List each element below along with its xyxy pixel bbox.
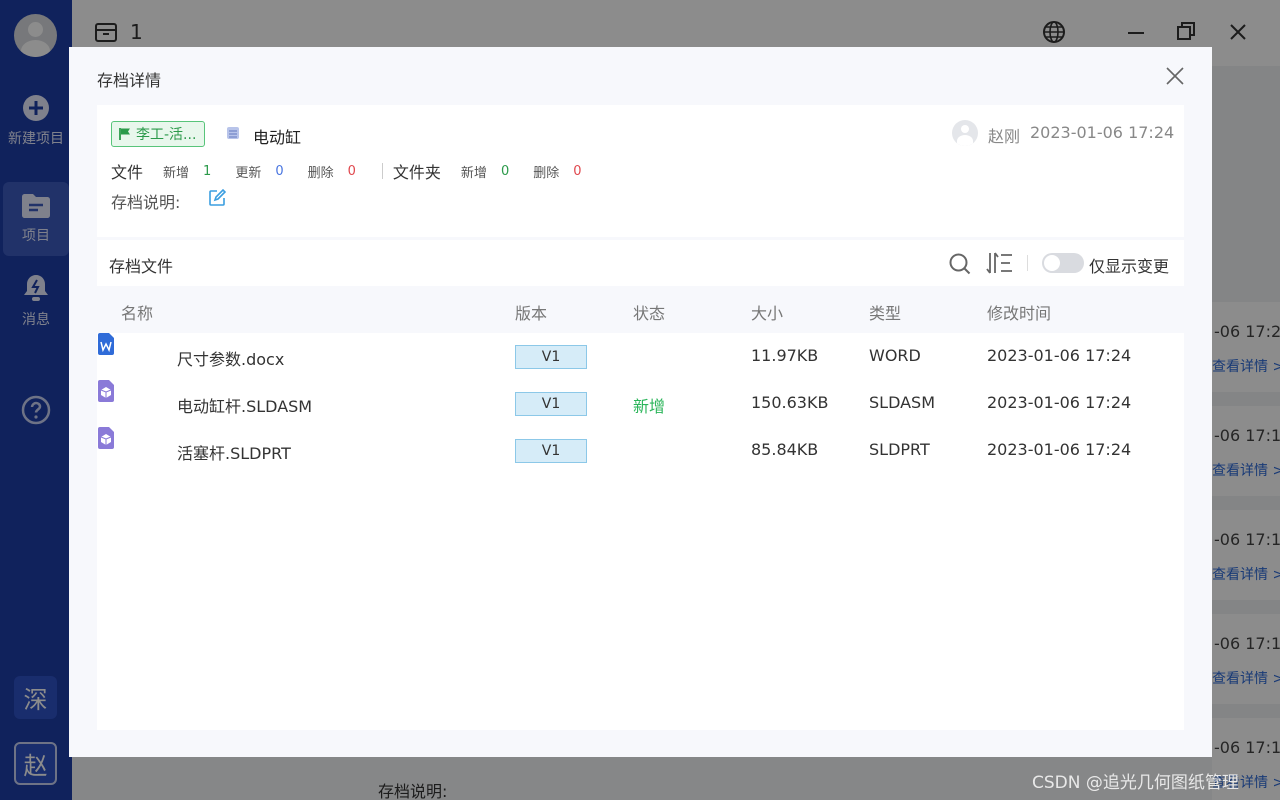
column-header[interactable]: 大小	[751, 300, 783, 324]
edit-icon[interactable]	[208, 189, 226, 207]
branch-tag[interactable]: 李工-活...	[111, 121, 206, 147]
files-deleted-count: 0	[347, 163, 356, 179]
search-icon[interactable]	[948, 252, 972, 276]
column-header[interactable]: 修改时间	[987, 300, 1051, 324]
column-header[interactable]: 状态	[633, 300, 665, 324]
user-avatar-small	[952, 120, 978, 146]
watermark: CSDN @追光几何图纸管理	[1032, 773, 1239, 793]
changes-only-label: 仅显示变更	[1089, 257, 1170, 276]
branch-tag-label: 李工-活...	[136, 127, 197, 143]
archive-time: 2023-01-06 17:24	[1030, 123, 1175, 142]
table-row[interactable]: 电动缸杆.SLDASM V1 新增 150.63KB SLDASM 2023-0…	[97, 380, 1184, 427]
part-file-icon	[98, 427, 114, 449]
desc-label: 存档说明:	[111, 193, 181, 212]
file-type: SLDASM	[869, 393, 936, 412]
archive-detail-modal: 存档详情 李工-活... 电动缸 赵刚 2023-01-06 17:24 文件 …	[69, 47, 1212, 757]
version-badge: V1	[515, 439, 587, 463]
folders-deleted-count: 0	[573, 163, 582, 179]
archive-info-card: 李工-活... 电动缸 赵刚 2023-01-06 17:24 文件 新增 1 …	[97, 105, 1184, 237]
change-stats: 文件 新增 1 更新 0 删除 0 文件夹 新增 0 删除 0	[111, 163, 582, 182]
file-status: 新增	[633, 397, 666, 416]
file-size: 85.84KB	[751, 440, 819, 459]
file-modified: 2023-01-06 17:24	[987, 346, 1132, 365]
files-title: 存档文件	[109, 257, 174, 276]
column-header[interactable]: 版本	[515, 300, 547, 324]
table-row[interactable]: 尺寸参数.docx V1 11.97KB WORD 2023-01-06 17:…	[97, 333, 1184, 380]
archive-files-panel: 存档文件 仅显示变更 名称 版本 状态 大小 类型 修改时间 尺寸参数.docx…	[97, 240, 1184, 730]
column-header[interactable]: 类型	[869, 300, 901, 324]
word-file-icon	[98, 333, 114, 355]
table-header: 名称 版本 状态 大小 类型 修改时间	[97, 286, 1184, 333]
divider	[1027, 255, 1028, 271]
assembly-file-icon	[98, 380, 114, 402]
column-header[interactable]: 名称	[121, 300, 153, 324]
file-type: SLDPRT	[869, 440, 930, 459]
sort-icon[interactable]	[986, 251, 1014, 275]
folders-added-count: 0	[500, 163, 510, 179]
file-modified: 2023-01-06 17:24	[987, 393, 1132, 412]
changes-only-toggle[interactable]	[1042, 253, 1084, 273]
files-toolbar: 存档文件 仅显示变更	[97, 240, 1184, 286]
version-badge: V1	[515, 392, 587, 416]
file-name[interactable]: 电动缸杆.SLDASM	[177, 393, 312, 417]
modal-title: 存档详情	[97, 71, 162, 90]
file-size: 150.63KB	[751, 393, 829, 412]
project-icon	[227, 127, 239, 139]
project-name: 电动缸	[253, 128, 302, 147]
file-name[interactable]: 活塞杆.SLDPRT	[177, 440, 291, 464]
file-name[interactable]: 尺寸参数.docx	[177, 346, 284, 370]
file-size: 11.97KB	[751, 346, 819, 365]
version-badge: V1	[515, 345, 587, 369]
modal-close-icon[interactable]	[1164, 65, 1186, 87]
divider	[381, 163, 383, 179]
table-row[interactable]: 活塞杆.SLDPRT V1 85.84KB SLDPRT 2023-01-06 …	[97, 427, 1184, 474]
file-modified: 2023-01-06 17:24	[987, 440, 1132, 459]
flag-icon	[119, 128, 130, 140]
files-updated-count: 0	[275, 163, 284, 179]
files-added-count: 1	[203, 163, 212, 179]
file-type: WORD	[869, 346, 921, 365]
author-name: 赵刚	[988, 127, 1021, 146]
